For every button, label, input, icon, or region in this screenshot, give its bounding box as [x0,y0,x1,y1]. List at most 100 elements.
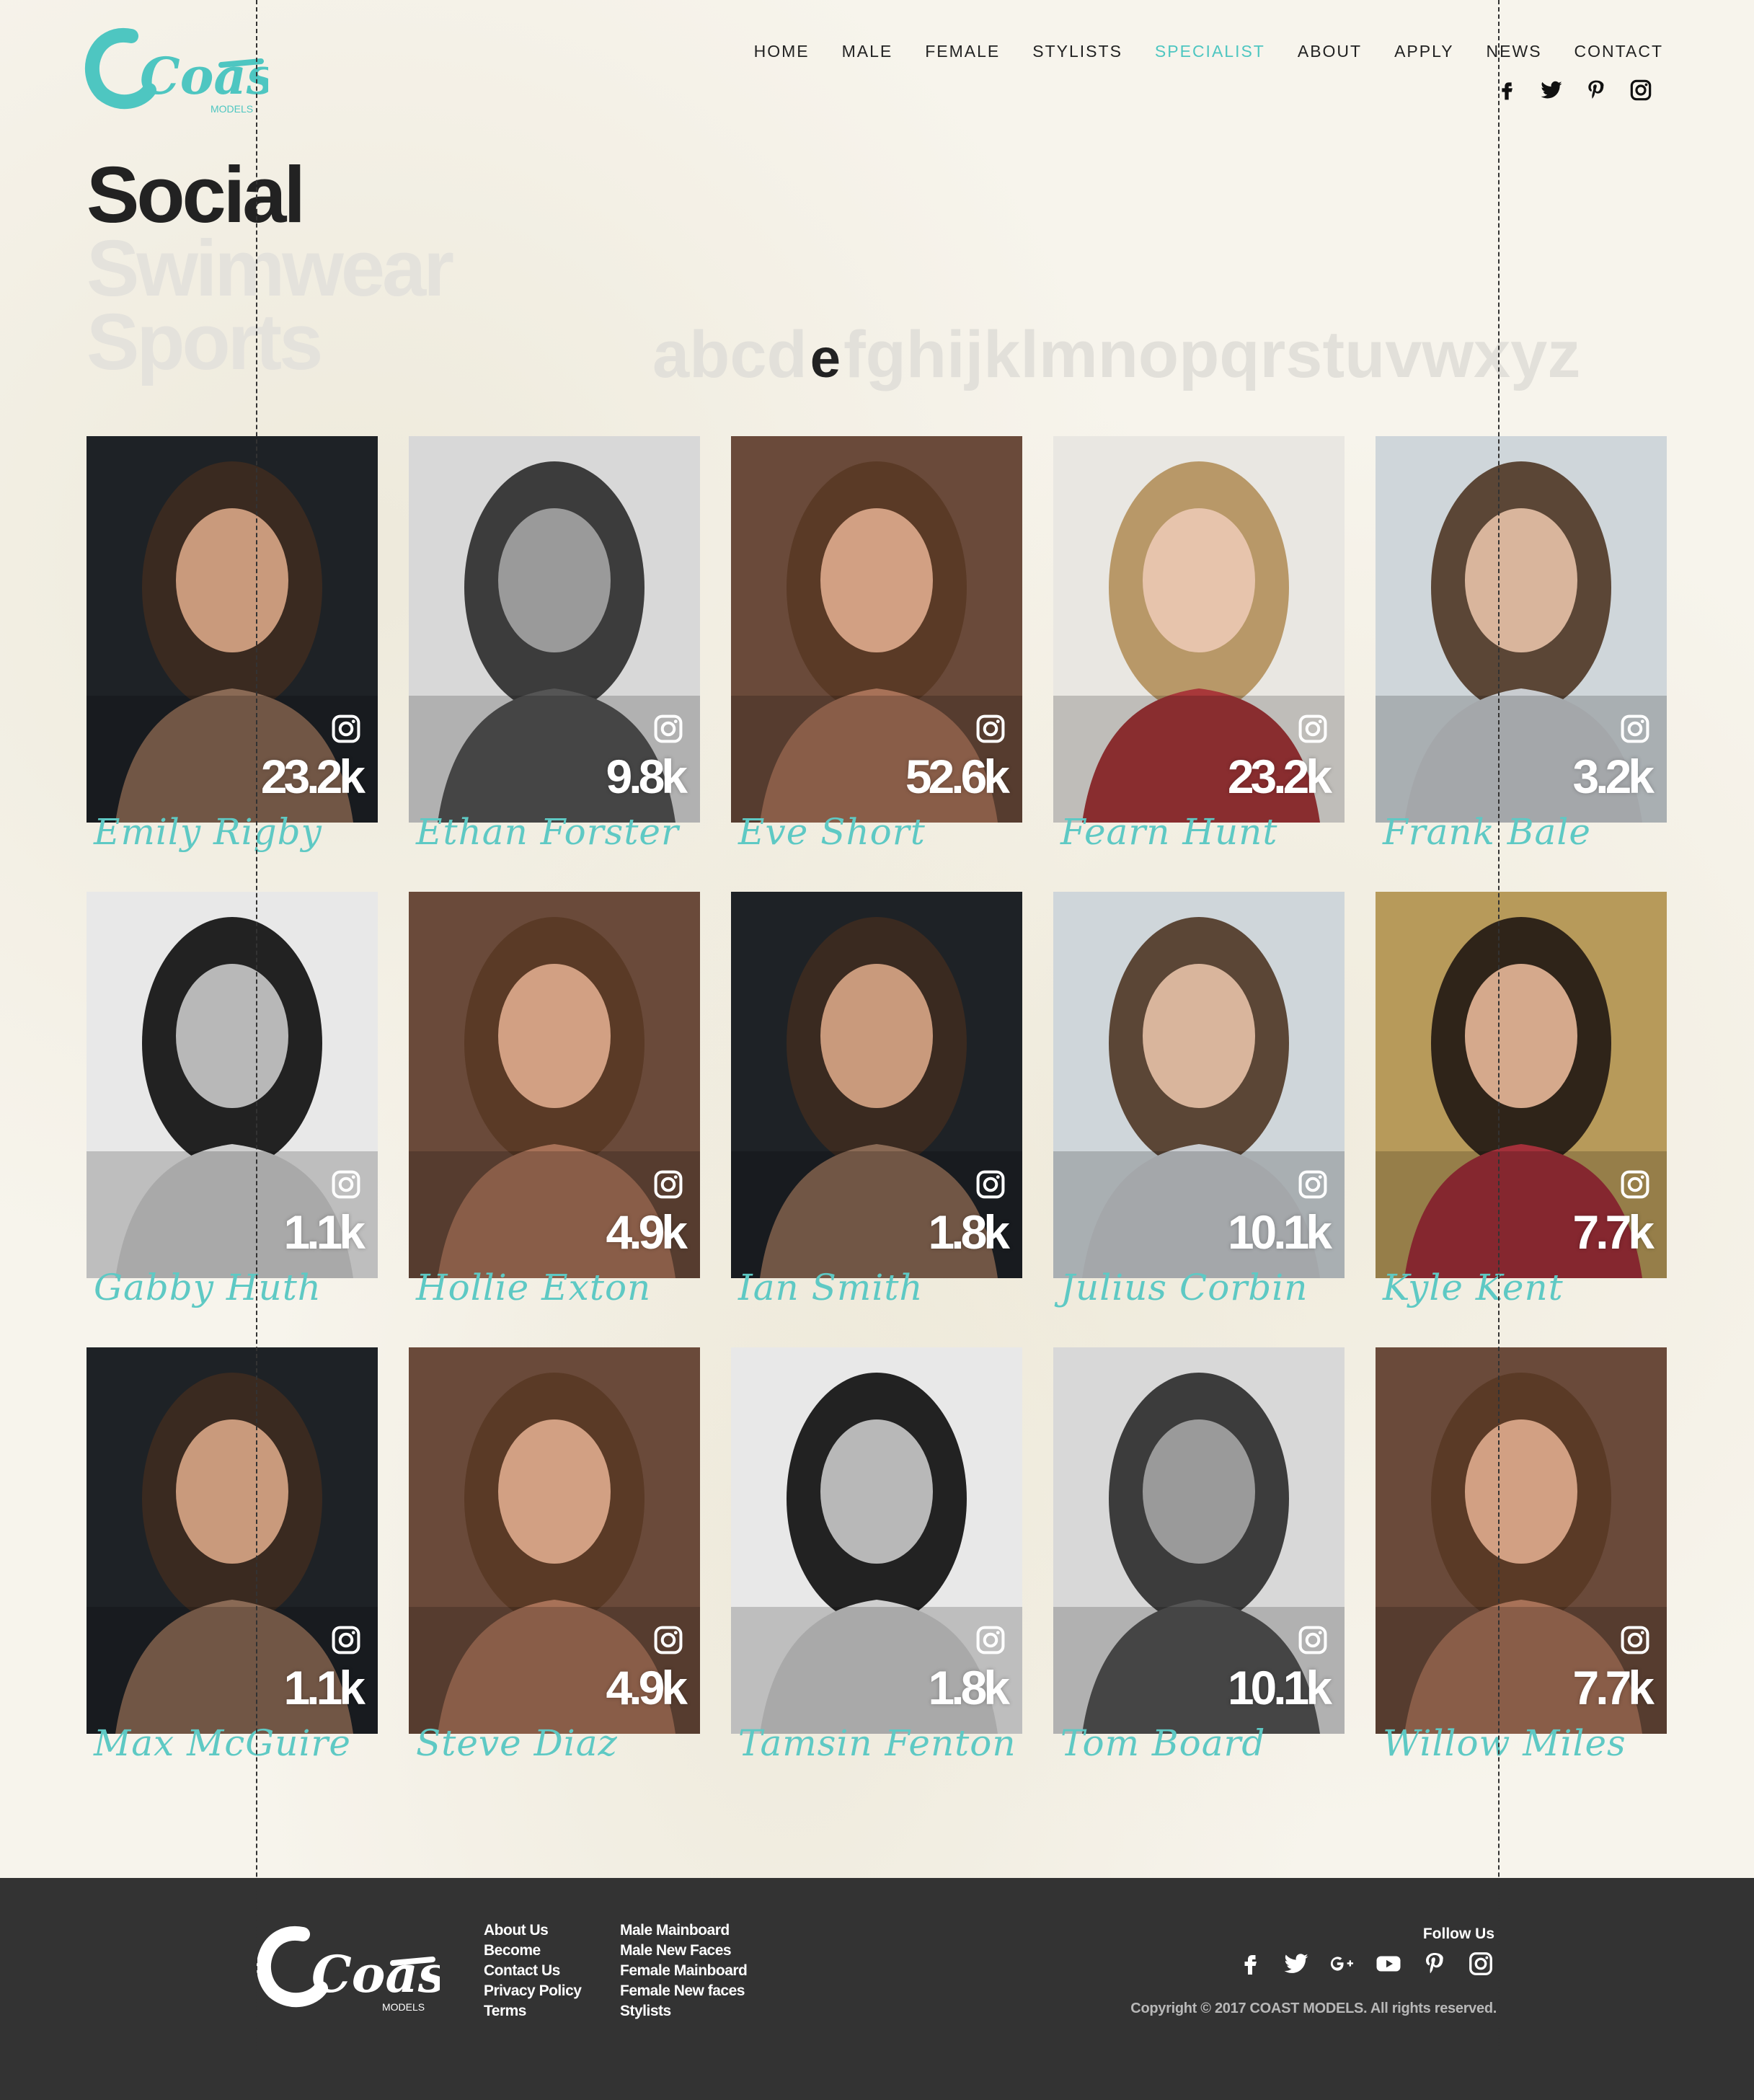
footer-link-female-mainboard[interactable]: Female Mainboard [620,1963,748,1979]
nav-stylists[interactable]: STYLISTS [1032,42,1122,61]
footer-link-female-new-faces[interactable]: Female New faces [620,1983,747,1999]
model-card[interactable]: 9.8k Ethan Forster [409,436,700,853]
pinterest-icon[interactable] [1421,1950,1448,1977]
instagram-icon[interactable] [975,1624,1006,1656]
google-plus-icon[interactable] [1329,1950,1356,1977]
footer-link-male-new-faces[interactable]: Male New Faces [620,1943,747,1959]
layout-guide-line-right [1498,0,1500,2100]
model-card[interactable]: 10.1k Tom Board [1053,1347,1345,1764]
instagram-icon[interactable] [1297,1169,1329,1200]
model-card[interactable]: 23.2k Emily Rigby [87,436,378,853]
footer-link-contact[interactable]: Contact Us [484,1963,581,1979]
model-name[interactable]: Hollie Exton [416,1267,651,1308]
model-card[interactable]: 1.8k Tamsin Fenton [731,1347,1022,1764]
instagram-icon[interactable] [330,713,362,745]
model-card[interactable]: 52.6k Eve Short [731,436,1022,853]
model-card[interactable]: 1.1k Max McGuire [87,1347,378,1764]
nav-about[interactable]: ABOUT [1298,42,1362,61]
model-card[interactable]: 23.2k Fearn Hunt [1053,436,1345,853]
nav-apply[interactable]: APPLY [1394,42,1453,61]
nav-male[interactable]: MALE [842,42,893,61]
footer-link-privacy[interactable]: Privacy Policy [484,1983,582,1999]
instagram-icon[interactable] [1619,713,1651,745]
instagram-icon[interactable] [330,1169,362,1200]
model-name[interactable]: Fearn Hunt [1060,811,1277,853]
instagram-icon[interactable] [652,1624,684,1656]
instagram-icon[interactable] [652,713,684,745]
brand-logo[interactable]: Coast MODELS [81,22,298,123]
model-card[interactable]: 7.7k Willow Miles [1376,1347,1667,1764]
model-grid: 23.2k Emily Rigby 9.8k Ethan Forster 52.… [87,436,1667,1764]
instagram-icon[interactable] [1467,1950,1494,1977]
follower-count: 7.7k [1572,1205,1655,1259]
instagram-icon[interactable] [1297,1624,1329,1656]
model-name[interactable]: Emily Rigby [94,811,322,853]
follower-count: 4.9k [606,1205,688,1259]
footer-link-stylists[interactable]: Stylists [620,2003,747,2019]
category-social[interactable]: Social [87,156,451,235]
alphabet-current-letter[interactable]: e [810,327,841,390]
model-name[interactable]: Tamsin Fenton [738,1722,1016,1764]
model-card[interactable]: 7.7k Kyle Kent [1376,892,1667,1308]
model-name[interactable]: Willow Miles [1383,1722,1626,1764]
youtube-icon[interactable] [1375,1950,1402,1977]
model-name[interactable]: Max McGuire [94,1722,351,1764]
layout-guide-line-left [256,0,257,2100]
alphabet-letters-before[interactable]: abcd [652,317,807,393]
svg-text:MODELS: MODELS [211,103,253,115]
category-sports[interactable]: Sports [87,303,451,382]
twitter-icon[interactable] [1539,78,1564,102]
model-name[interactable]: Eve Short [738,811,926,853]
footer-link-male-mainboard[interactable]: Male Mainboard [620,1923,747,1939]
nav-home[interactable]: HOME [754,42,810,61]
instagram-icon[interactable] [652,1169,684,1200]
instagram-icon[interactable] [330,1624,362,1656]
model-card[interactable]: 3.2k Frank Bale [1376,436,1667,853]
follower-count: 1.8k [928,1661,1010,1714]
pinterest-icon[interactable] [1584,78,1608,102]
model-name[interactable]: Ethan Forster [416,811,679,853]
alphabet-letters-after[interactable]: fghijklmnopqrstuvwxyz [843,317,1580,393]
footer-link-terms[interactable]: Terms [484,2003,581,2019]
model-card[interactable]: 4.9k Hollie Exton [409,892,700,1308]
model-name[interactable]: Julius Corbin [1060,1267,1308,1308]
model-card[interactable]: 1.8k Ian Smith [731,892,1022,1308]
nav-specialist[interactable]: SPECIALIST [1155,42,1265,61]
model-name[interactable]: Kyle Kent [1383,1267,1564,1308]
model-name[interactable]: Tom Board [1060,1722,1265,1764]
footer-link-about[interactable]: About Us [484,1923,581,1939]
model-name[interactable]: Frank Bale [1383,811,1591,853]
instagram-icon[interactable] [975,1169,1006,1200]
coast-logo-mark: Coast MODELS [256,1926,470,2013]
category-swimwear[interactable]: Swimwear [87,229,454,309]
model-card[interactable]: 1.1k Gabby Huth [87,892,378,1308]
model-card[interactable]: 4.9k Steve Diaz [409,1347,700,1764]
model-name[interactable]: Steve Diaz [416,1722,618,1764]
category-list: Social Swimwear Sports [87,156,454,382]
nav-contact[interactable]: CONTACT [1574,42,1663,61]
follower-count: 7.7k [1572,1661,1655,1714]
nav-news[interactable]: NEWS [1487,42,1542,61]
footer-links-boards: Male Mainboard Male New Faces Female Mai… [620,1923,748,2019]
model-name[interactable]: Ian Smith [738,1267,923,1308]
instagram-icon[interactable] [1619,1169,1651,1200]
facebook-icon[interactable] [1236,1950,1264,1977]
alphabet-filter: abcd e fghijklmnopqrstuvwxyz [652,317,1580,393]
svg-text:Coast: Coast [311,1944,440,2004]
follower-count: 10.1k [1227,1661,1332,1714]
follower-count: 1.1k [283,1205,366,1259]
footer-social-links [1236,1950,1494,1977]
nav-female[interactable]: FEMALE [925,42,1000,61]
instagram-icon[interactable] [1297,713,1329,745]
instagram-icon[interactable] [1619,1624,1651,1656]
coast-logo-mark: Coast MODELS [84,27,298,115]
instagram-icon[interactable] [975,713,1006,745]
header-social-links [1494,78,1653,102]
model-card[interactable]: 10.1k Julius Corbin [1053,892,1345,1308]
model-name[interactable]: Gabby Huth [94,1267,322,1308]
footer-link-become[interactable]: Become [484,1943,581,1959]
twitter-icon[interactable] [1283,1950,1310,1977]
footer-logo[interactable]: Coast MODELS [252,1920,470,2021]
instagram-icon[interactable] [1629,78,1653,102]
follower-count: 9.8k [606,750,688,803]
